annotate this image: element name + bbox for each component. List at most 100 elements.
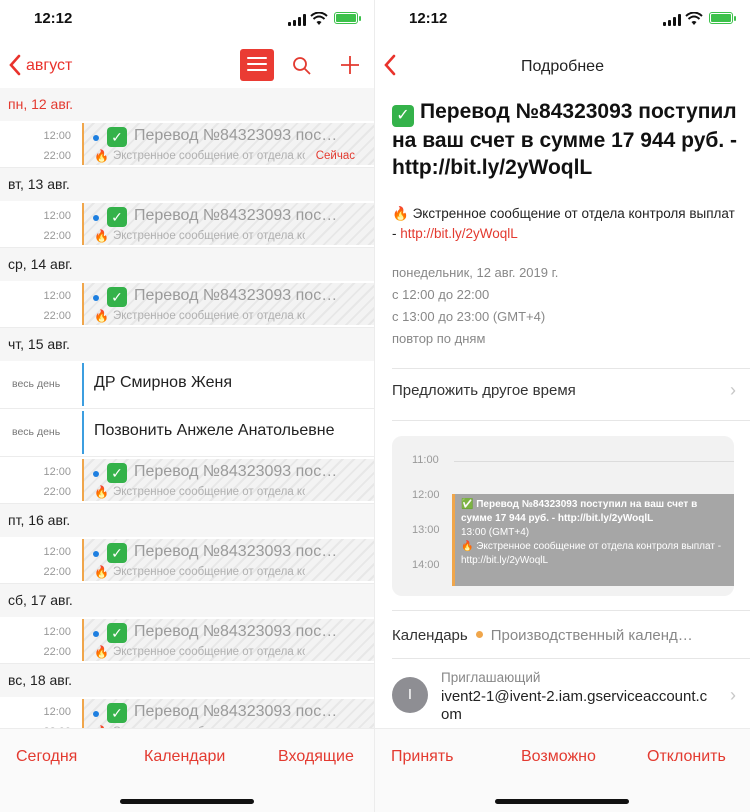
nav-bar: август — [0, 44, 375, 88]
inviter-email[interactable]: ivent2-1@ivent-2.iam.gserviceaccount.com — [441, 688, 709, 724]
event-title: Перевод №84323093 пос… — [134, 623, 338, 640]
preview-event-block[interactable]: ✅ Перевод №84323093 поступил на ваш счет… — [452, 494, 734, 586]
event-subtitle: Экстренное сообщение от отдела контроля … — [113, 646, 305, 658]
status-time: 12:12 — [409, 10, 448, 27]
event-row[interactable]: 12:0022:00✓Перевод №84323093 пос…🔥Экстре… — [0, 121, 375, 168]
fire-icon: 🔥 — [94, 645, 109, 659]
event-dot-icon — [93, 135, 99, 141]
search-icon[interactable] — [292, 56, 312, 76]
all-day-label: весь день — [12, 426, 61, 438]
event-row[interactable]: 12:0022:00✓Перевод №84323093 пос…🔥Экстре… — [0, 281, 375, 328]
status-bar: 12:12 — [375, 0, 750, 42]
event-dot-icon — [93, 631, 99, 637]
event-start-time: 12:00 — [43, 626, 71, 638]
status-bar: 12:12 — [0, 0, 375, 42]
event-date: понедельник, 12 авг. 2019 г. — [392, 265, 559, 280]
event-repeat: повтор по дням — [392, 331, 486, 346]
event-row[interactable]: 12:0022:00✓Перевод №84323093 пос…🔥Экстре… — [0, 697, 375, 728]
decline-button[interactable]: Отклонить — [647, 748, 726, 766]
check-mark-icon: ✓ — [107, 127, 127, 147]
wifi-icon — [310, 12, 328, 25]
separator — [392, 658, 750, 659]
event-title: ДР Смирнов Женя — [94, 374, 232, 391]
signal-icon — [663, 14, 681, 26]
event-end-time: 22:00 — [43, 150, 71, 162]
event-end-time: 22:00 — [43, 646, 71, 658]
event-start-time: 12:00 — [43, 290, 71, 302]
day-header: пн, 12 авг. — [0, 88, 375, 121]
avatar: I — [392, 677, 428, 713]
fire-icon: 🔥 — [94, 229, 109, 243]
event-title: Перевод №84323093 пос… — [134, 703, 338, 720]
calendar-label: Календарь — [392, 627, 468, 644]
nav-title: Подробнее — [521, 58, 604, 75]
event-dot-icon — [93, 551, 99, 557]
event-subtitle: Экстренное сообщение от отдела контроля … — [113, 486, 305, 498]
event-row[interactable]: 12:0022:00✓Перевод №84323093 пос…🔥Экстре… — [0, 457, 375, 504]
add-icon[interactable] — [340, 55, 360, 75]
tab-bar: Сегодня Календари Входящие — [0, 728, 375, 812]
preview-event-desc: 🔥 Экстренное сообщение от отдела контрол… — [461, 541, 722, 566]
event-start-time: 12:00 — [43, 130, 71, 142]
home-indicator — [120, 799, 254, 804]
event-dot-icon — [93, 295, 99, 301]
event-end-time: 22:00 — [43, 566, 71, 578]
event-description-link[interactable]: http://bit.ly/2yWoqlL — [400, 226, 518, 241]
day-header: вс, 18 авг. — [0, 664, 375, 697]
back-chevron-icon[interactable] — [8, 54, 22, 76]
event-dot-icon — [93, 215, 99, 221]
day-preview: 11:00 12:00 13:00 14:00 ✅ Перевод №84323… — [392, 436, 734, 596]
nav-bar: Подробнее — [375, 44, 750, 88]
event-row[interactable]: 12:0022:00✓Перевод №84323093 пос…🔥Экстре… — [0, 201, 375, 248]
list-view-button[interactable] — [240, 49, 274, 81]
signal-icon — [288, 14, 306, 26]
separator — [392, 420, 750, 421]
calendar-row[interactable]: Календарь Производственный календ… — [392, 627, 693, 644]
event-start-time: 12:00 — [43, 210, 71, 222]
event-detail-screen: 12:12 Подробнее ✓ Перевод №84323093 посту… — [375, 0, 750, 812]
now-badge: Сейчас — [315, 150, 355, 162]
maybe-button[interactable]: Возможно — [521, 748, 596, 766]
propose-time-button[interactable]: Предложить другое время — [392, 382, 576, 399]
event-title: Перевод №84323093 пос… — [134, 463, 338, 480]
all-day-event[interactable]: весь день ДР Смирнов Женя — [0, 361, 375, 409]
battery-icon — [709, 12, 736, 24]
calendar-color-dot — [475, 631, 483, 638]
fire-icon: 🔥 — [94, 309, 109, 323]
event-end-time: 22:00 — [43, 310, 71, 322]
fire-icon: 🔥 — [94, 565, 109, 579]
fire-icon: 🔥 — [94, 485, 109, 499]
wifi-icon — [685, 12, 703, 25]
event-row[interactable]: 12:0022:00✓Перевод №84323093 пос…🔥Экстре… — [0, 617, 375, 664]
preview-event-title: ✅ Перевод №84323093 поступил на ваш счет… — [461, 499, 698, 524]
back-month-button[interactable]: август — [26, 57, 72, 75]
tab-today[interactable]: Сегодня — [16, 748, 77, 766]
check-mark-icon: ✓ — [107, 207, 127, 227]
hour-label: 11:00 — [412, 454, 439, 466]
event-color-bar — [82, 411, 84, 454]
event-title: ✓ Перевод №84323093 поступил на ваш счет … — [392, 98, 742, 181]
check-mark-icon: ✓ — [107, 703, 127, 723]
separator — [392, 610, 750, 611]
tab-calendars[interactable]: Календари — [144, 748, 225, 766]
event-title-text: Перевод №84323093 поступил на ваш счет в… — [392, 100, 738, 179]
event-time-gmt: с 13:00 до 23:00 (GMT+4) — [392, 309, 546, 324]
event-title: Перевод №84323093 пос… — [134, 207, 338, 224]
check-mark-icon: ✓ — [107, 287, 127, 307]
accept-button[interactable]: Принять — [391, 748, 454, 766]
event-row[interactable]: 12:0022:00✓Перевод №84323093 пос…🔥Экстре… — [0, 537, 375, 584]
all-day-label: весь день — [12, 378, 61, 390]
day-header: вт, 13 авг. — [0, 168, 375, 201]
event-description: 🔥 Экстренное сообщение от отдела контрол… — [392, 204, 742, 244]
tab-inbox[interactable]: Входящие — [278, 748, 354, 766]
event-time-local: с 12:00 до 22:00 — [392, 287, 490, 302]
event-subtitle: Экстренное сообщение от отдела контроля … — [113, 230, 305, 242]
battery-icon — [334, 12, 361, 24]
all-day-event[interactable]: весь день Позвонить Анжеле Анатольевне — [0, 409, 375, 457]
calendar-name: Производственный календ… — [490, 627, 693, 644]
check-mark-icon: ✓ — [107, 463, 127, 483]
event-end-time: 22:00 — [43, 486, 71, 498]
check-mark-icon: ✓ — [107, 543, 127, 563]
event-schedule: понедельник, 12 авг. 2019 г. с 12:00 до … — [392, 262, 558, 350]
hour-label: 14:00 — [412, 559, 440, 571]
